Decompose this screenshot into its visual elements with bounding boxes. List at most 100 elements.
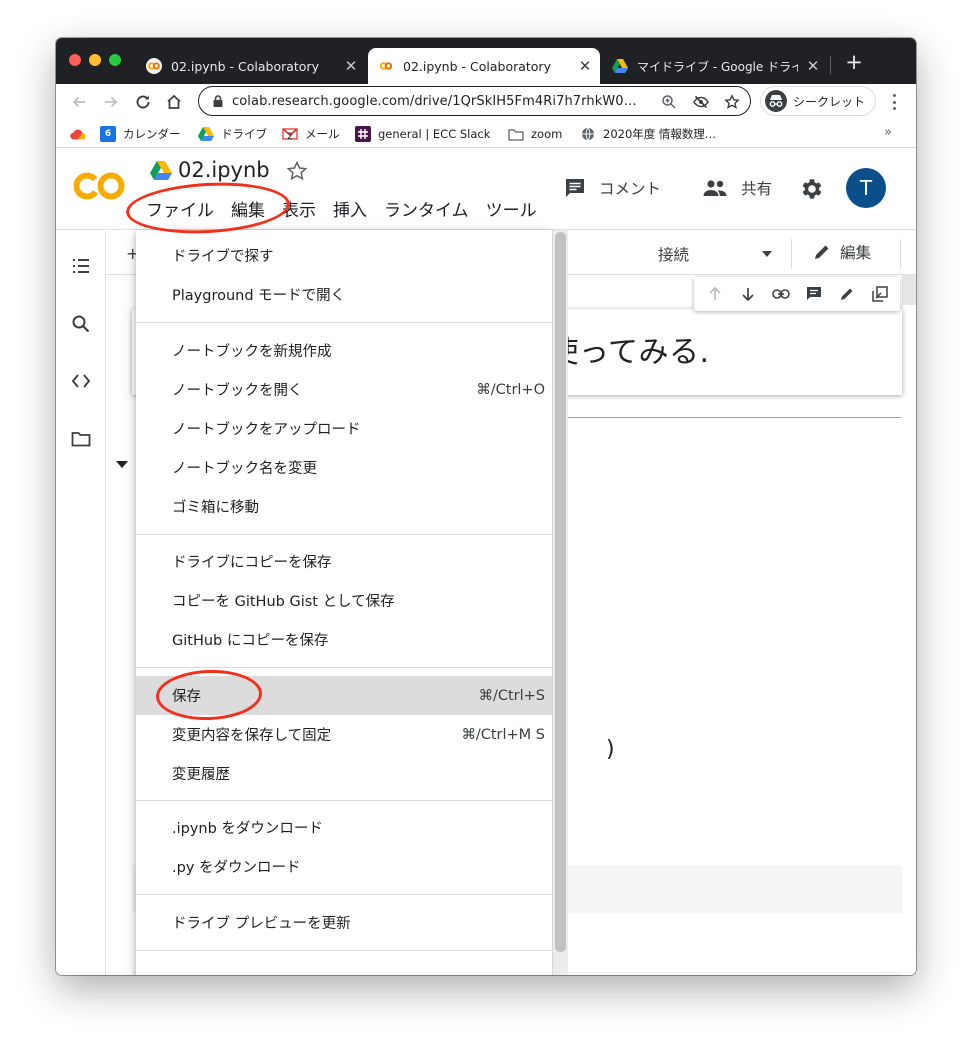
tab-strip: 02.ipynb - Colaboratory ✕ 02.ipynb - Col…	[56, 38, 916, 84]
bookmark-calendar[interactable]: 6 カレンダー	[100, 126, 181, 142]
bookmark-label: 2020年度 情報数理...	[603, 127, 716, 141]
tab-separator	[830, 56, 831, 74]
edit-cell-icon[interactable]	[838, 285, 856, 303]
bookmark-label: general | ECC Slack	[378, 127, 491, 141]
menu-item-label: 変更履歴	[172, 767, 230, 783]
calendar-icon: 6	[100, 126, 116, 142]
bookmark-star-icon[interactable]	[724, 94, 740, 110]
collapse-section-icon[interactable]	[116, 461, 128, 468]
menu-item-save-copy-github[interactable]: GitHub にコピーを保存	[136, 620, 552, 659]
browser-tab-3[interactable]: マイドライブ - Google ドライブ ✕	[604, 48, 826, 84]
home-button[interactable]	[163, 91, 185, 113]
menu-divider	[136, 667, 552, 668]
left-sidebar	[56, 231, 106, 975]
menu-item-label: Playground モードで開く	[172, 288, 346, 304]
share-button[interactable]: 共有	[702, 176, 772, 200]
menu-item-open-notebook[interactable]: ノートブックを開く ⌘/Ctrl+O	[136, 370, 552, 409]
gear-icon[interactable]	[798, 176, 824, 202]
reload-icon	[136, 95, 150, 109]
menu-item-update-drive-preview[interactable]: ドライブ プレビューを更新	[136, 903, 552, 942]
menu-item-label: GitHub にコピーを保存	[172, 633, 329, 649]
close-tab-icon[interactable]: ✕	[806, 57, 820, 75]
avatar[interactable]: T	[846, 168, 886, 208]
forward-button[interactable]	[100, 91, 122, 113]
gmail-icon: 2	[282, 126, 298, 142]
menu-item-save-copy-drive[interactable]: ドライブにコピーを保存	[136, 542, 552, 581]
back-button[interactable]	[68, 91, 90, 113]
search-icon[interactable]	[70, 313, 92, 335]
bookmark-2020[interactable]: 2020年度 情報数理...	[580, 126, 716, 142]
bookmark-slack[interactable]: general | ECC Slack	[355, 126, 490, 142]
link-icon[interactable]	[771, 285, 790, 303]
mirror-cell-icon[interactable]	[871, 285, 889, 303]
edit-mode-button[interactable]: 編集	[812, 241, 871, 263]
incognito-chip[interactable]: シークレット	[760, 86, 876, 116]
incognito-icon	[765, 90, 787, 112]
close-tab-icon[interactable]: ✕	[578, 57, 592, 75]
menu-item-upload-notebook[interactable]: ノートブックをアップロード	[136, 409, 552, 448]
table-of-contents-icon[interactable]	[70, 255, 92, 277]
menu-item-save-copy-gist[interactable]: コピーを GitHub Gist として保存	[136, 581, 552, 620]
tracking-blocked-icon[interactable]	[693, 94, 709, 110]
menu-item-rename-notebook[interactable]: ノートブック名を変更	[136, 448, 552, 487]
bookmark-label: zoom	[531, 127, 563, 141]
star-icon[interactable]	[286, 160, 308, 182]
bookmark-zoom[interactable]: zoom	[508, 126, 562, 142]
comment-label: コメント	[599, 180, 662, 198]
menu-item-download-ipynb[interactable]: .ipynb をダウンロード	[136, 808, 552, 847]
globe-icon	[580, 126, 596, 142]
colab-logo[interactable]	[72, 170, 128, 202]
menu-item-label: .ipynb をダウンロード	[172, 821, 323, 837]
move-down-icon[interactable]	[739, 285, 757, 303]
menu-divider	[136, 950, 552, 951]
close-window-button[interactable]	[69, 54, 81, 66]
people-icon	[703, 180, 727, 196]
menu-tools[interactable]: ツール	[486, 196, 537, 221]
browser-tab-2-active[interactable]: 02.ipynb - Colaboratory ✕	[368, 48, 600, 84]
menu-divider	[136, 534, 552, 535]
colab-favicon-icon	[146, 58, 162, 74]
drive-icon	[198, 126, 214, 142]
notebook-title[interactable]: 02.ipynb	[178, 158, 270, 182]
menu-item-locate-in-drive[interactable]: ドライブで探す	[136, 236, 552, 275]
connect-dropdown-icon[interactable]	[762, 251, 772, 257]
menu-item-open-playground[interactable]: Playground モードで開く	[136, 275, 552, 314]
bookmark-gmail[interactable]: 2 メール	[282, 126, 340, 142]
code-snippets-icon[interactable]	[70, 370, 92, 392]
pencil-icon	[815, 245, 829, 259]
bookmark-cloud[interactable]	[70, 126, 93, 142]
folder-icon[interactable]	[70, 428, 92, 450]
bookmark-drive[interactable]: ドライブ	[198, 126, 267, 142]
move-up-icon[interactable]	[706, 285, 724, 303]
browser-toolbar: colab.research.google.com/drive/1QrSkIH5…	[56, 84, 916, 120]
address-bar[interactable]: colab.research.google.com/drive/1QrSkIH5…	[198, 86, 751, 116]
browser-menu-icon[interactable]	[888, 92, 900, 112]
comment-button[interactable]: コメント	[564, 176, 661, 200]
menu-scrollbar[interactable]	[552, 230, 568, 975]
comment-cell-icon[interactable]	[805, 285, 823, 303]
menu-item-save-and-pin[interactable]: 変更内容を保存して固定 ⌘/Ctrl+M S	[136, 715, 552, 754]
incognito-label: シークレット	[793, 94, 866, 109]
browser-tab-1[interactable]: 02.ipynb - Colaboratory ✕	[134, 48, 364, 84]
menu-item-download-py[interactable]: .py をダウンロード	[136, 847, 552, 886]
menu-runtime[interactable]: ランタイム	[384, 196, 469, 221]
menu-item-revision-history[interactable]: 変更履歴	[136, 754, 552, 793]
maximize-window-button[interactable]	[109, 54, 121, 66]
comment-icon	[566, 179, 584, 197]
menu-insert[interactable]: 挿入	[333, 196, 367, 221]
connect-button[interactable]: 接続	[658, 243, 689, 265]
menu-item-move-to-trash[interactable]: ゴミ箱に移動	[136, 487, 552, 526]
more-bookmarks-button[interactable]: »	[884, 125, 892, 140]
url-text: colab.research.google.com/drive/1QrSkIH5…	[232, 94, 644, 109]
menu-scrollbar-thumb[interactable]	[555, 232, 566, 952]
new-tab-button[interactable]: +	[842, 50, 866, 74]
vertical-scrollbar[interactable]	[902, 275, 916, 305]
menu-item-new-notebook[interactable]: ノートブックを新規作成	[136, 331, 552, 370]
menu-item-label: ノートブックを開く	[172, 383, 303, 399]
bookmark-label: ドライブ	[221, 127, 267, 141]
drive-icon[interactable]	[150, 161, 172, 181]
minimize-window-button[interactable]	[89, 54, 101, 66]
close-tab-icon[interactable]: ✕	[344, 57, 358, 75]
reload-button[interactable]	[132, 91, 154, 113]
zoom-icon[interactable]	[661, 94, 677, 110]
